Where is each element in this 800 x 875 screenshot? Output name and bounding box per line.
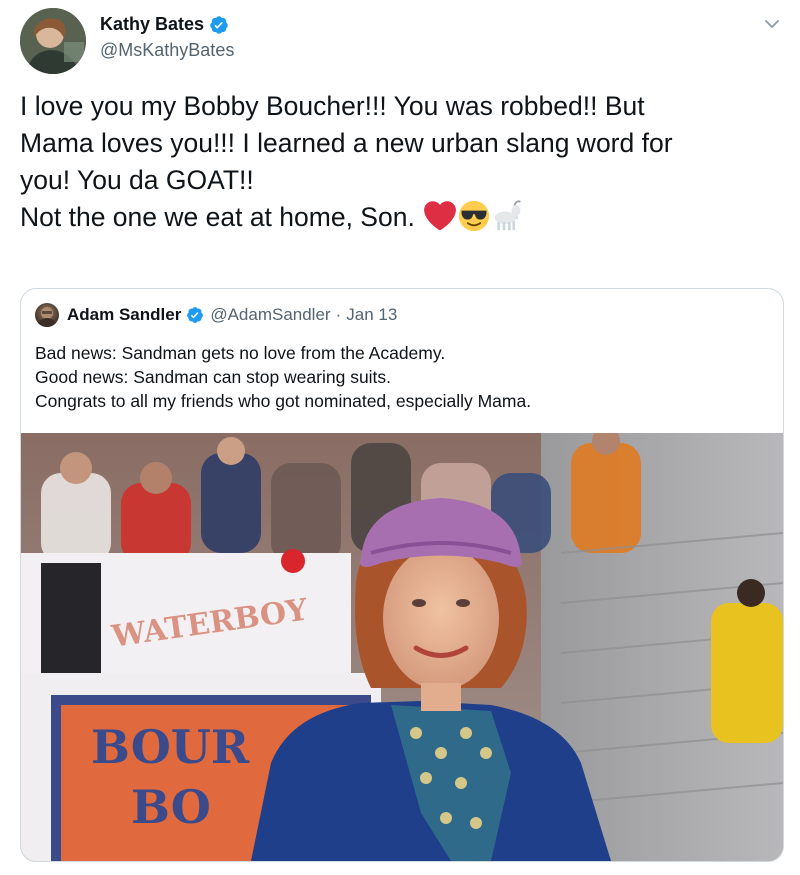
tweet-line: you! You da GOAT!! xyxy=(20,165,254,195)
quoted-tweet-text: Bad news: Sandman gets no love from the … xyxy=(35,341,775,413)
author-name-row: Kathy Bates xyxy=(100,14,229,35)
quoted-tweet-photo[interactable]: WATERBOY BOUR BO xyxy=(21,433,783,861)
quoted-tweet-header: Adam Sandler @AdamSandler · Jan 13 xyxy=(35,303,397,327)
tweet-line: Not the one we eat at home, Son. xyxy=(20,202,415,232)
quoted-tweet-date: Jan 13 xyxy=(346,305,398,324)
author-avatar[interactable] xyxy=(20,8,86,74)
tweet-line-with-emojis: Not the one we eat at home, Son. xyxy=(20,199,780,236)
verified-badge-icon xyxy=(187,307,204,323)
author-handle[interactable]: @MsKathyBates xyxy=(100,40,234,61)
sign-text-line-2: BO xyxy=(131,780,211,834)
tweet-text: I love you my Bobby Boucher!!! You was r… xyxy=(20,88,780,236)
quoted-tweet-line: Bad news: Sandman gets no love from the … xyxy=(35,343,446,363)
sign-text-line-1: BOUR xyxy=(91,720,250,774)
author-display-name[interactable]: Kathy Bates xyxy=(100,14,204,35)
quoted-author-display-name: Adam Sandler xyxy=(67,305,182,324)
goat-emoji-icon xyxy=(494,200,522,231)
quoted-tweet-line: Good news: Sandman can stop wearing suit… xyxy=(35,367,392,387)
red-heart-emoji-icon xyxy=(424,201,457,231)
quoted-author-handle: @AdamSandler xyxy=(210,305,331,324)
quoted-tweet-line: Congrats to all my friends who got nomin… xyxy=(35,391,532,411)
chevron-down-icon[interactable] xyxy=(762,14,782,34)
quoted-tweet-card[interactable]: Adam Sandler @AdamSandler · Jan 13 Bad n… xyxy=(20,288,784,862)
tweet-line: Mama loves you!!! I learned a new urban … xyxy=(20,128,673,158)
sunglasses-face-emoji-icon xyxy=(459,200,490,232)
quoted-author-avatar xyxy=(35,303,59,327)
meta-separator: · xyxy=(335,305,342,324)
tweet-line: I love you my Bobby Boucher!!! You was r… xyxy=(20,91,645,121)
verified-badge-icon xyxy=(210,15,228,34)
